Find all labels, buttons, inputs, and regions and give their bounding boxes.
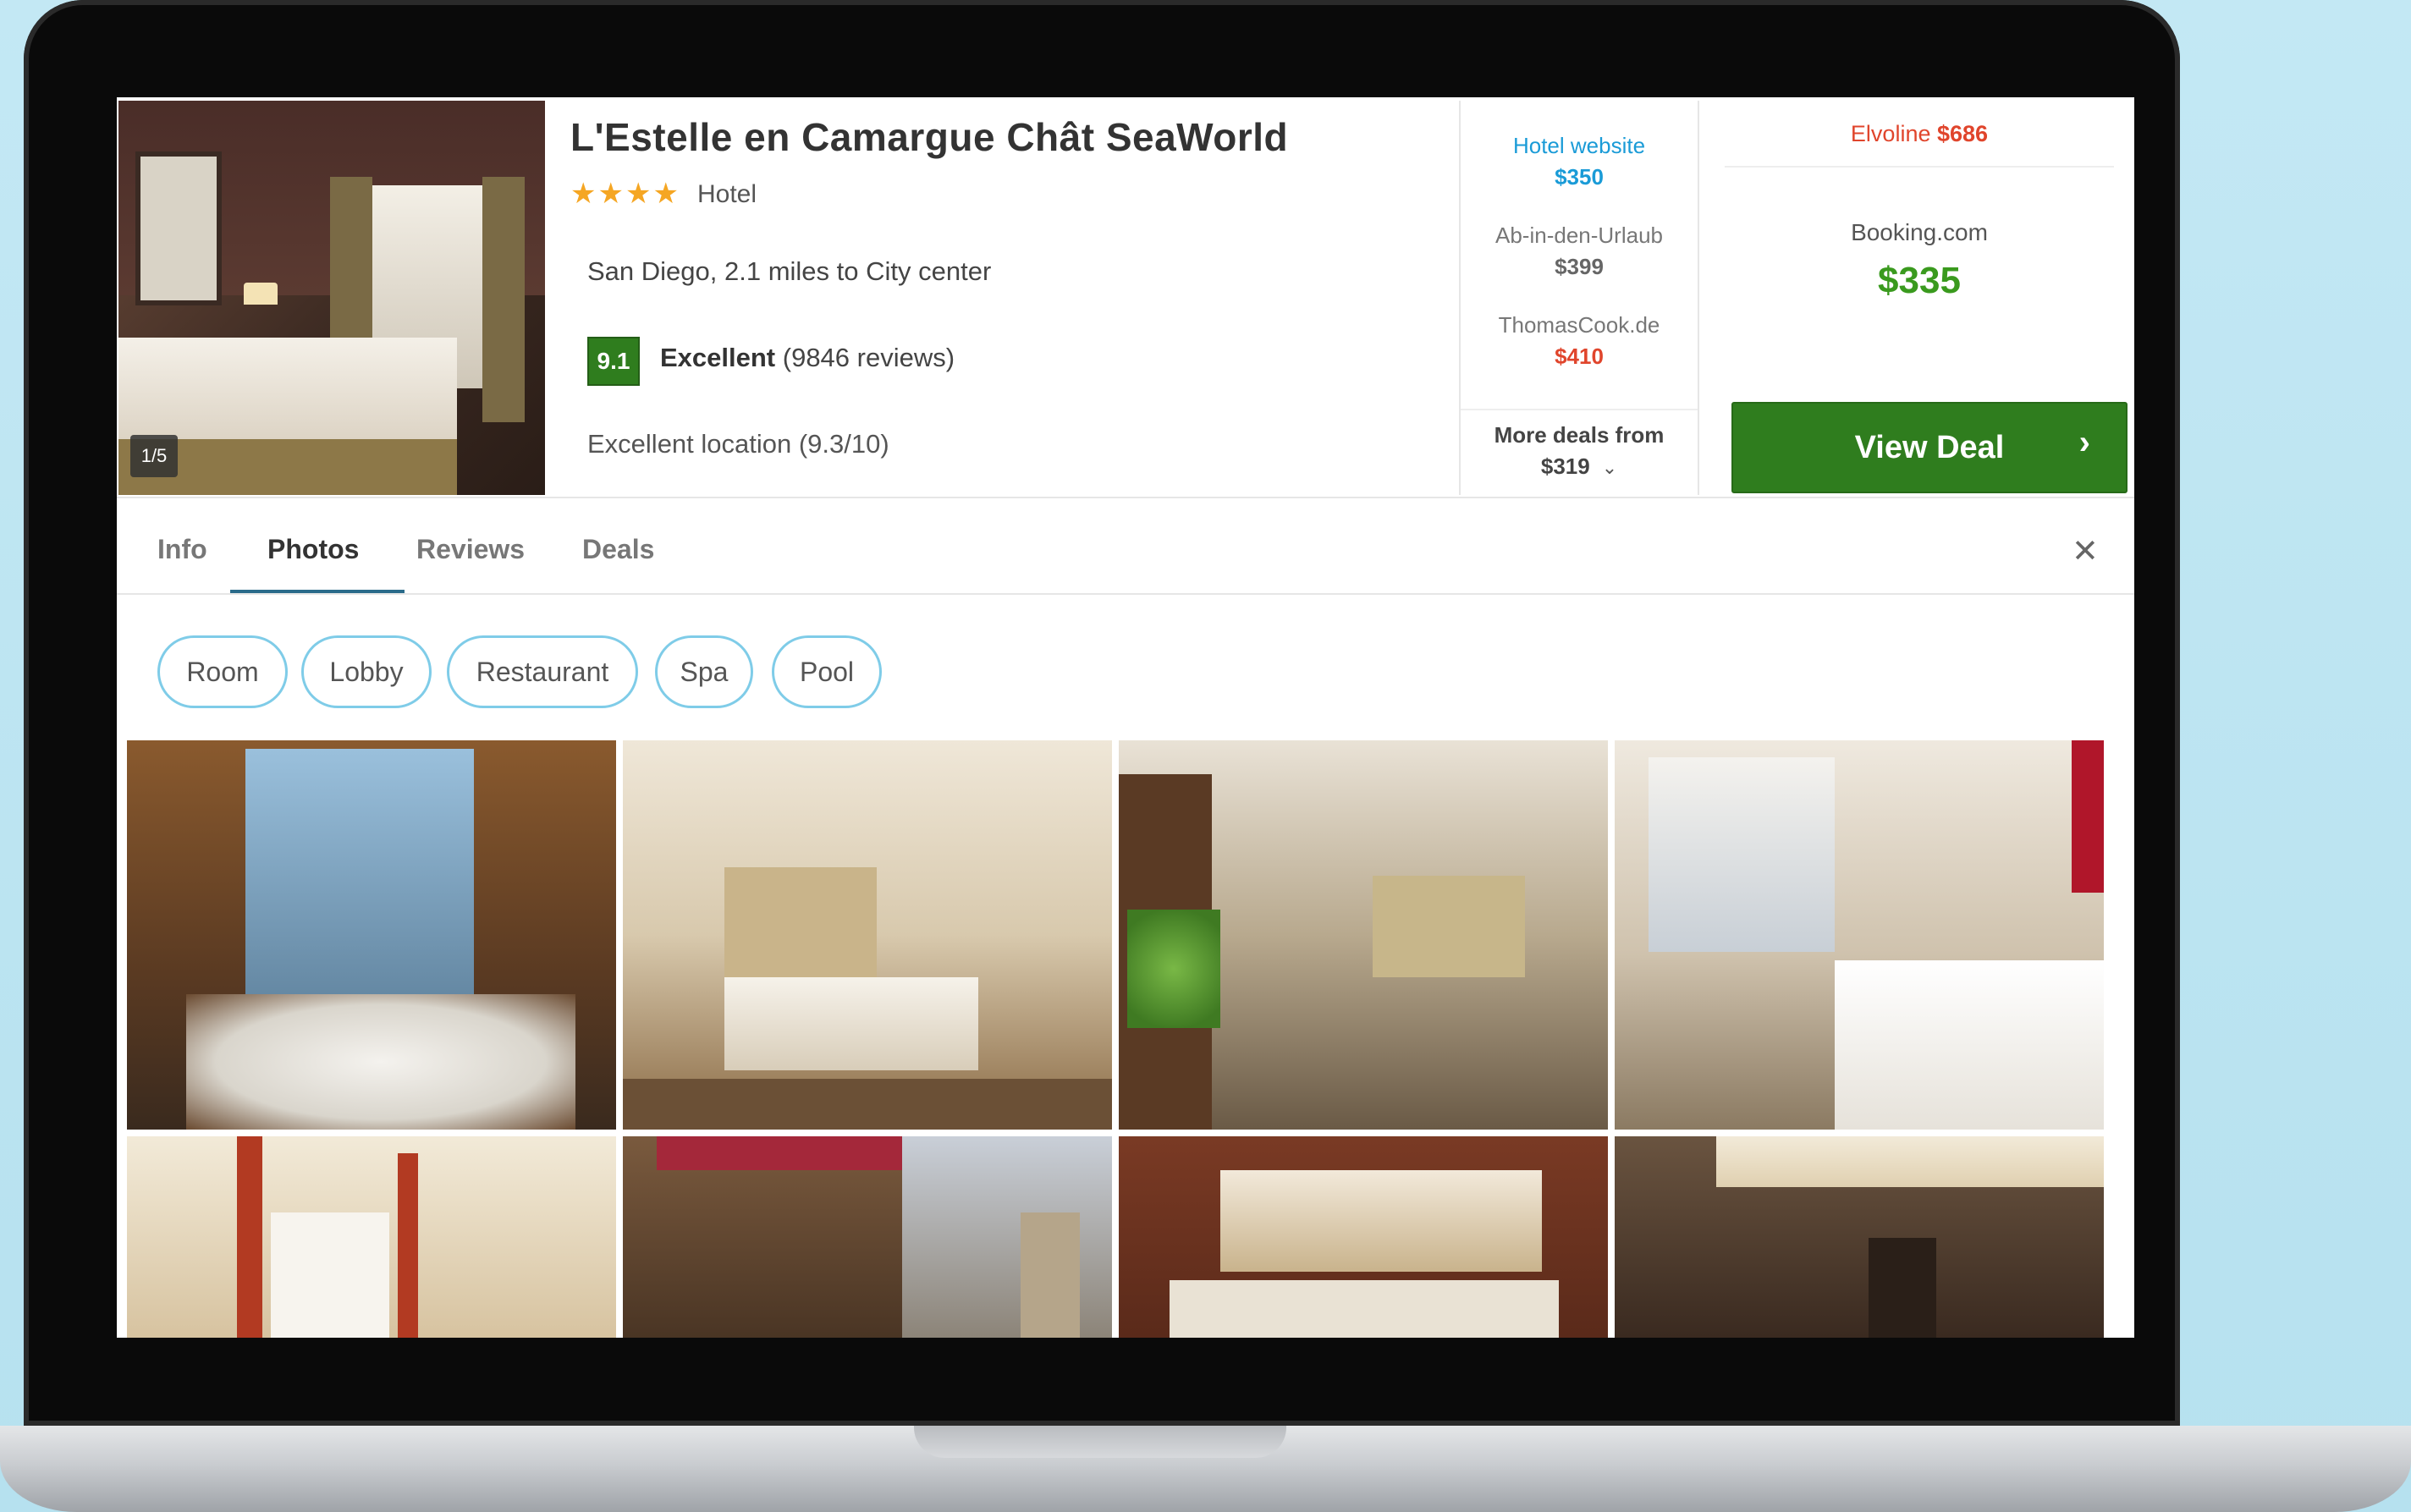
deal-provider: ThomasCook.de <box>1498 312 1660 338</box>
laptop-lid: 1/5 L'Estelle en Camargue Chât SeaWorld … <box>24 0 2180 1426</box>
gallery-photo[interactable] <box>623 740 1112 1130</box>
chip-pool[interactable]: Pool <box>772 635 882 708</box>
photo-mirror <box>135 151 222 305</box>
screen: 1/5 L'Estelle en Camargue Chât SeaWorld … <box>117 97 2134 1338</box>
deal-price: $399 <box>1555 254 1604 279</box>
chip-restaurant[interactable]: Restaurant <box>447 635 638 708</box>
deal-item[interactable]: ThomasCook.de $410 <box>1461 312 1698 370</box>
more-deals-price: $319 <box>1540 454 1590 479</box>
deal-price: $410 <box>1555 344 1604 369</box>
top-offer[interactable]: Elvoline $686 <box>1725 121 2114 168</box>
top-offer-provider: Elvoline <box>1850 121 1931 146</box>
gallery-photo[interactable] <box>1615 740 2104 1130</box>
top-offer-price: $686 <box>1937 121 1989 146</box>
hotel-type: Hotel <box>697 180 757 208</box>
deal-item[interactable]: Ab-in-den-Urlaub $399 <box>1461 223 1698 280</box>
gallery-photo[interactable] <box>1119 1136 1608 1338</box>
detail-tabs: Info Photos Reviews Deals ✕ <box>117 498 2134 595</box>
gallery-photo[interactable] <box>127 1136 616 1338</box>
chip-lobby[interactable]: Lobby <box>301 635 432 708</box>
chip-spa[interactable]: Spa <box>655 635 753 708</box>
hotel-header: 1/5 L'Estelle en Camargue Chât SeaWorld … <box>117 97 2134 498</box>
gallery-photo[interactable] <box>623 1136 1112 1338</box>
review-count: (9846 reviews) <box>782 343 955 372</box>
deal-provider: Hotel website <box>1512 133 1646 158</box>
photo-lamp <box>244 283 278 305</box>
featured-price: $335 <box>1878 260 1961 301</box>
hotel-location: San Diego, 2.1 miles to City center <box>587 256 992 286</box>
deal-list: Hotel website $350 Ab-in-den-Urlaub $399… <box>1459 101 1699 495</box>
deal-price: $350 <box>1555 164 1604 190</box>
gallery-photo[interactable] <box>127 740 616 1130</box>
photo-bed <box>118 338 457 439</box>
chevron-right-icon: › <box>2078 424 2090 461</box>
chevron-down-icon: ⌄ <box>1601 457 1618 478</box>
photo-counter: 1/5 <box>130 435 178 477</box>
deal-provider: Ab-in-den-Urlaub <box>1495 223 1663 248</box>
rating-label: Excellent <box>660 343 776 372</box>
rating-summary[interactable]: Excellent (9846 reviews) <box>660 343 955 373</box>
star-rating-icons: ★★★★ <box>570 178 680 210</box>
gallery-photo[interactable] <box>1119 740 1608 1130</box>
deal-item[interactable]: Hotel website $350 <box>1461 133 1698 190</box>
more-deals-dropdown[interactable]: More deals from $319 ⌄ <box>1461 409 1698 480</box>
tab-photos[interactable]: Photos <box>267 534 359 565</box>
laptop-notch <box>914 1426 1286 1458</box>
tab-reviews[interactable]: Reviews <box>416 534 525 565</box>
photo-curtain <box>482 177 525 422</box>
view-deal-button[interactable]: View Deal › <box>1731 402 2128 493</box>
gallery-photo[interactable] <box>1615 1136 2104 1338</box>
chip-room[interactable]: Room <box>157 635 288 708</box>
featured-deal: Elvoline $686 Booking.com $335 View Deal… <box>1696 101 2134 495</box>
tab-deals[interactable]: Deals <box>582 534 654 565</box>
tab-info[interactable]: Info <box>157 534 207 565</box>
location-score: Excellent location (9.3/10) <box>587 429 889 459</box>
featured-provider: Booking.com <box>1851 219 1988 245</box>
hotel-main-photo[interactable]: 1/5 <box>118 101 545 495</box>
close-icon[interactable]: ✕ <box>2072 532 2099 570</box>
view-deal-label: View Deal <box>1854 429 2005 465</box>
more-deals-label: More deals from <box>1494 422 1665 448</box>
active-tab-indicator <box>230 590 405 593</box>
score-badge: 9.1 <box>587 337 640 386</box>
hotel-name[interactable]: L'Estelle en Camargue Chât SeaWorld <box>570 114 1288 160</box>
